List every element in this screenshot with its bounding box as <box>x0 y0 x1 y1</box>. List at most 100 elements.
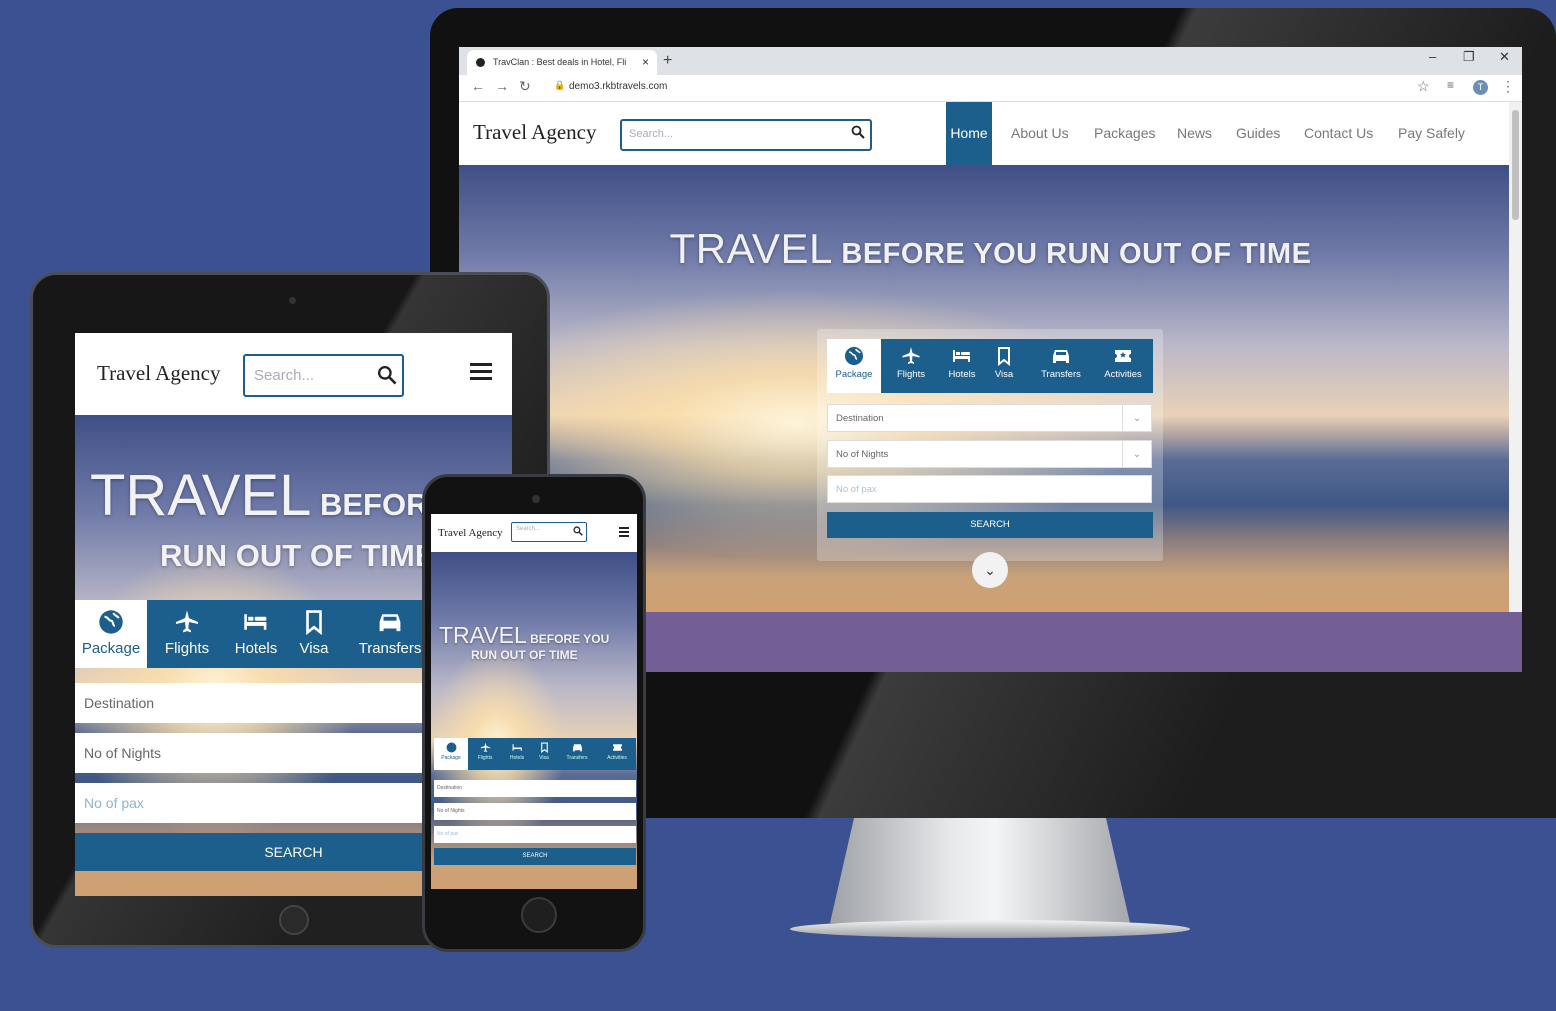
phone-search-button[interactable]: SEARCH <box>434 848 636 865</box>
bookmark-icon <box>306 610 322 635</box>
tab-transfers[interactable]: Transfers <box>1032 339 1090 393</box>
phone-tab-transfers-label: Transfers <box>566 755 588 761</box>
tablet-tab-hotels-label: Hotels <box>234 640 278 657</box>
phone-tab-visa-label: Visa <box>539 755 549 761</box>
tablet-hero-title: TRAVEL BEFORE <box>90 467 449 525</box>
pax-input[interactable]: No of pax <box>827 475 1152 503</box>
browser-tab-strip: TravClan : Best deals in Hotel, Fli × + … <box>459 47 1522 75</box>
tablet-hero-big: TRAVEL <box>90 463 312 528</box>
site-logo[interactable]: Travel Agency <box>473 120 596 145</box>
hamburger-menu-icon[interactable] <box>619 527 629 539</box>
search-input[interactable]: Search... <box>620 119 872 151</box>
phone-camera <box>532 495 540 503</box>
car-icon <box>572 744 582 752</box>
tab-visa[interactable]: Visa <box>980 339 1028 393</box>
phone-nights-select[interactable]: No of Nights <box>434 803 636 820</box>
car-icon <box>1053 350 1069 363</box>
bed-icon <box>512 744 522 751</box>
globe-icon <box>446 742 456 753</box>
scroll-down-icon[interactable]: ⌄ <box>972 552 1008 588</box>
reading-list-icon[interactable]: ≡ <box>1447 78 1454 92</box>
nav-about-us[interactable]: About Us <box>1011 102 1069 165</box>
browser-tab[interactable]: TravClan : Best deals in Hotel, Fli × <box>467 50 657 75</box>
tablet-hero-line2: RUN OUT OF TIME <box>160 538 436 573</box>
tablet-tab-package[interactable]: Package <box>75 600 147 668</box>
profile-avatar[interactable]: T <box>1473 80 1488 95</box>
tab-package[interactable]: Package <box>827 339 881 393</box>
tab-visa-label: Visa <box>994 369 1014 380</box>
tab-activities[interactable]: Activities <box>1094 339 1152 393</box>
tab-activities-label: Activities <box>1104 369 1142 380</box>
phone-screen: Travel Agency Search... TRAVEL BEFORE YO… <box>431 514 637 889</box>
tablet-tab-transfers[interactable]: Transfers <box>350 600 430 668</box>
globe-icon <box>99 610 123 634</box>
phone-hero-line2: RUN OUT OF TIME <box>471 648 578 662</box>
phone-tab-visa[interactable]: Visa <box>530 738 558 770</box>
tablet-site-logo[interactable]: Travel Agency <box>97 361 220 386</box>
phone-tab-package[interactable]: Package <box>434 738 468 770</box>
nights-select[interactable]: No of Nights ⌄ <box>827 440 1152 468</box>
forward-icon[interactable]: → <box>495 78 509 94</box>
phone-site-logo[interactable]: Travel Agency <box>438 527 503 539</box>
search-button[interactable]: SEARCH <box>827 512 1153 538</box>
hamburger-menu-icon[interactable] <box>470 363 492 384</box>
nav-home[interactable]: Home <box>946 102 992 165</box>
plane-icon <box>480 742 490 752</box>
chevron-down-icon: ⌄ <box>1122 405 1151 431</box>
phone-tab-activities[interactable]: Activities <box>600 738 634 770</box>
phone-destination-select[interactable]: Destination <box>434 780 636 797</box>
plane-icon <box>175 610 199 633</box>
bookmark-star-icon[interactable]: ☆ <box>1417 78 1430 95</box>
nav-news[interactable]: News <box>1177 102 1212 165</box>
search-panel: Package Flights Hotels Visa Transfers Ac… <box>817 329 1163 561</box>
close-tab-icon[interactable]: × <box>642 50 649 75</box>
phone-pax-input[interactable]: No of pax <box>434 826 636 843</box>
reload-icon[interactable]: ↻ <box>519 78 531 95</box>
search-icon[interactable] <box>377 365 397 385</box>
phone-tab-flights[interactable]: Flights <box>468 738 502 770</box>
tablet-home-button[interactable] <box>279 905 309 935</box>
phone-tab-transfers[interactable]: Transfers <box>560 738 594 770</box>
browser-tab-title: TravClan : Best deals in Hotel, Fli <box>493 57 627 67</box>
nav-pay-safely[interactable]: Pay Safely <box>1398 102 1465 165</box>
destination-select[interactable]: Destination ⌄ <box>827 404 1152 432</box>
phone-search-placeholder: Search... <box>516 526 541 532</box>
restore-icon[interactable]: ❐ <box>1463 49 1475 65</box>
nav-packages[interactable]: Packages <box>1094 102 1155 165</box>
tab-flights[interactable]: Flights <box>884 339 938 393</box>
bookmark-icon <box>998 347 1010 366</box>
tablet-tab-visa-label: Visa <box>299 640 329 657</box>
browser-menu-icon[interactable]: ⋮ <box>1501 78 1515 95</box>
phone-tab-hotels-label: Hotels <box>509 755 525 761</box>
phone-tab-hotels[interactable]: Hotels <box>500 738 534 770</box>
monitor-stand <box>830 818 1130 923</box>
minimize-icon[interactable]: – <box>1429 49 1436 64</box>
favicon-globe-icon <box>476 58 485 67</box>
phone-hero-small: BEFORE YOU <box>530 632 610 646</box>
page-scrollbar[interactable] <box>1509 102 1522 612</box>
tablet-tab-visa[interactable]: Visa <box>281 600 347 668</box>
tablet-tab-flights[interactable]: Flights <box>151 600 223 668</box>
phone-home-button[interactable] <box>521 897 557 933</box>
back-icon[interactable]: ← <box>471 78 485 94</box>
nav-contact-us[interactable]: Contact Us <box>1304 102 1373 165</box>
window-close-icon[interactable]: ✕ <box>1499 49 1510 65</box>
tablet-search-input[interactable]: Search... <box>243 354 404 397</box>
ticket-icon <box>612 744 622 751</box>
phone-device: Travel Agency Search... TRAVEL BEFORE YO… <box>422 474 646 952</box>
tablet-tab-transfers-label: Transfers <box>358 640 422 657</box>
globe-icon <box>845 347 863 365</box>
phone-search-tabs: Package Flights Hotels Visa Transfers Ac… <box>434 738 636 770</box>
search-icon[interactable] <box>573 526 583 536</box>
site-header: Travel Agency Search... Home About Us Pa… <box>459 102 1509 165</box>
search-icon[interactable] <box>851 125 865 139</box>
tab-hotels-label: Hotels <box>948 369 976 380</box>
tablet-camera <box>289 297 296 304</box>
destination-placeholder: Destination <box>836 413 884 424</box>
phone-search-input[interactable]: Search... <box>511 522 587 542</box>
new-tab-icon[interactable]: + <box>663 50 672 72</box>
address-bar[interactable]: demo3.rkbtravels.com <box>569 81 667 92</box>
plane-icon <box>902 347 920 364</box>
phone-tab-activities-label: Activities <box>607 755 627 761</box>
nav-guides[interactable]: Guides <box>1236 102 1280 165</box>
